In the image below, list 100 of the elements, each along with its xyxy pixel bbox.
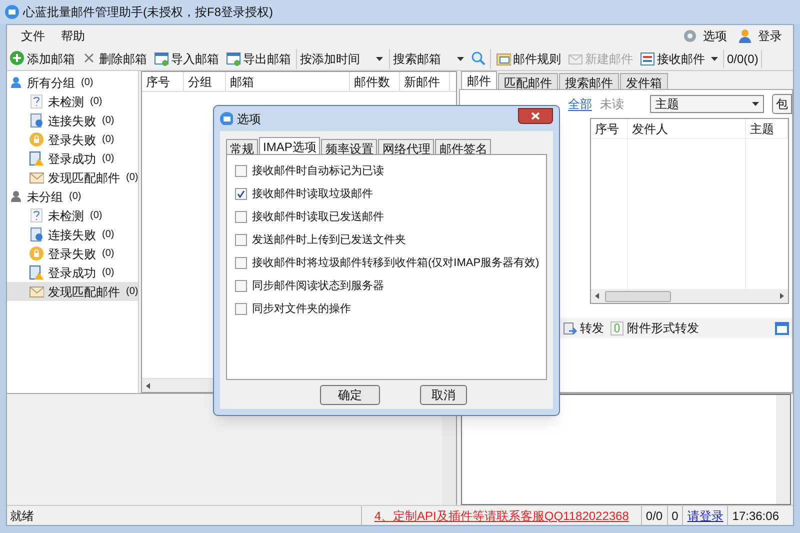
window-icon	[154, 51, 169, 66]
status-text: 就绪	[10, 508, 34, 524]
caret-icon	[711, 56, 718, 60]
lock-icon	[29, 132, 44, 147]
add-icon	[10, 51, 25, 66]
dialog-title: 选项	[237, 110, 261, 128]
tab[interactable]: 网络代理	[378, 139, 434, 154]
dropdown[interactable]: 主题	[650, 95, 764, 113]
checkbox-row[interactable]: 接收邮件时将垃圾邮件转移到收件箱(仅对IMAP服务器有效)	[235, 255, 538, 271]
tree-item[interactable]: 连接失败 (0)	[7, 111, 138, 130]
window-title: 心蓝批量邮件管理助手(未授权，按F8登录授权)	[23, 4, 273, 21]
caret-icon	[752, 102, 759, 106]
checkbox-row[interactable]: 同步对文件夹的操作	[235, 301, 538, 317]
dropdown[interactable]: 按添加时间	[296, 48, 386, 68]
arrow-right-icon	[778, 292, 786, 300]
toolbar-button[interactable]: 添加邮箱	[8, 48, 77, 68]
toolbar-button[interactable]: 转发	[563, 319, 604, 337]
toolbar-button[interactable]: 邮件规则	[494, 48, 563, 68]
checkbox[interactable]	[235, 234, 247, 246]
filter-link[interactable]: 全部	[568, 95, 592, 113]
checkbox-row[interactable]: 发送邮件时上传到已发送文件夹	[235, 232, 538, 248]
dialog-button[interactable]: 确定	[320, 384, 380, 404]
folder-icon	[496, 51, 511, 66]
question-icon	[29, 208, 44, 223]
tab[interactable]: 频率设置	[321, 139, 378, 154]
column-header[interactable]: 新邮件	[400, 72, 450, 91]
preview-box[interactable]	[461, 394, 791, 505]
column-header[interactable]: 序号	[142, 72, 184, 91]
question-icon	[29, 94, 44, 109]
dropdown[interactable]: 搜索邮箱	[389, 48, 467, 68]
status-time: 17:36:06	[732, 508, 779, 524]
menu-item[interactable]: 文件	[13, 25, 53, 47]
user-icon	[737, 28, 754, 44]
toolbar-button[interactable]: 导入邮箱	[152, 48, 221, 68]
tree-item[interactable]: 所有分组 (0)	[7, 73, 138, 92]
toolbar-button[interactable]: 附件形式转发	[610, 319, 699, 337]
checkbox[interactable]	[235, 165, 247, 177]
checkbox[interactable]	[235, 257, 247, 269]
scrollbar[interactable]	[776, 395, 790, 504]
filter-link[interactable]: 未读	[600, 95, 624, 113]
column-header[interactable]: 序号	[591, 119, 628, 138]
toolbar-button[interactable]: 导出邮箱	[224, 48, 293, 68]
tree-item[interactable]: 登录失败 (0)	[7, 244, 138, 263]
checkbox-row[interactable]: 接收邮件时读取已发送邮件	[235, 209, 538, 225]
status-count: 0	[672, 508, 678, 524]
checkbox[interactable]	[235, 280, 247, 292]
panel-button[interactable]	[774, 320, 789, 336]
checkmark-icon	[237, 190, 245, 198]
dialog-button[interactable]: 取消	[420, 384, 467, 404]
warning-icon	[29, 151, 44, 166]
tab[interactable]: 匹配邮件	[498, 73, 558, 89]
tree-item[interactable]: 未检测 (0)	[7, 92, 138, 111]
scroll-thumb[interactable]	[605, 290, 671, 302]
tab[interactable]: 邮件	[461, 71, 497, 89]
tree-item[interactable]: 未检测 (0)	[7, 206, 138, 225]
checkbox-row[interactable]: 接收邮件时读取垃圾邮件	[235, 186, 538, 202]
mail-counter: 0/0(0)	[723, 50, 762, 68]
column-header[interactable]: 邮件数	[350, 72, 400, 91]
document-icon	[29, 113, 44, 128]
tab[interactable]: 搜索邮件	[559, 73, 619, 89]
toolbar-button[interactable]: 删除邮箱	[80, 48, 149, 68]
tab[interactable]: 常规	[226, 139, 258, 154]
login-link[interactable]: 请登录	[687, 506, 724, 524]
tree-item[interactable]: 登录成功 (0)	[7, 149, 138, 168]
warning-icon	[29, 265, 44, 280]
toolbar-button[interactable]: 接收邮件	[638, 48, 720, 68]
column-header[interactable]: 主题	[746, 119, 788, 138]
tree-item[interactable]: 发现匹配邮件 (0)	[7, 168, 138, 187]
column-header[interactable]: 发件人	[628, 119, 746, 138]
arrow-left-icon	[593, 292, 601, 300]
notice-link[interactable]: 4、定制API及插件等请联系客服QQ1182022368	[374, 506, 629, 524]
caret-icon	[457, 56, 464, 60]
menu-item[interactable]: 帮助	[53, 25, 93, 47]
tree-item[interactable]: 登录成功 (0)	[7, 263, 138, 282]
tab[interactable]: 发件箱	[620, 73, 668, 89]
forward-icon	[563, 320, 578, 336]
search-button[interactable]	[470, 48, 491, 68]
gear-icon	[682, 28, 699, 44]
tab[interactable]: 邮件签名	[435, 139, 492, 154]
column-header[interactable]: 分组	[184, 72, 226, 91]
checkbox[interactable]	[235, 303, 247, 315]
search-button[interactable]: 包	[772, 94, 792, 114]
arrow-left-icon	[144, 382, 152, 390]
tree-item[interactable]: 连接失败 (0)	[7, 225, 138, 244]
tree-item[interactable]: 未分组 (0)	[7, 187, 138, 206]
options-button[interactable]: 选项	[677, 26, 732, 46]
tree-item[interactable]: 发现匹配邮件 (0)	[7, 282, 138, 301]
checkbox[interactable]	[235, 211, 247, 223]
close-icon	[531, 112, 540, 120]
tree-item[interactable]: 登录失败 (0)	[7, 130, 138, 149]
group-icon	[10, 190, 23, 203]
tab[interactable]: IMAP选项	[259, 137, 320, 154]
column-header[interactable]: 邮箱	[226, 72, 350, 91]
checkbox[interactable]	[235, 188, 247, 200]
scrollbar[interactable]	[591, 289, 788, 303]
close-button[interactable]	[518, 108, 553, 124]
login-button[interactable]: 登录	[732, 26, 787, 46]
checkbox-row[interactable]: 同步邮件阅读状态到服务器	[235, 278, 538, 294]
checkbox-row[interactable]: 接收邮件时自动标记为已读	[235, 163, 538, 179]
panel-icon	[774, 320, 789, 336]
